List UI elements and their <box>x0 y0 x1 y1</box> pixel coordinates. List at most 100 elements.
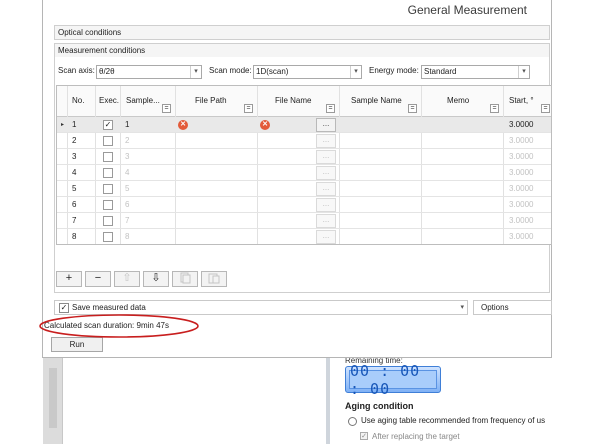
paste-icon <box>208 273 220 284</box>
save-measured-data-row[interactable]: ✓ Save measured data ▾ <box>54 300 468 315</box>
browse-button[interactable]: ... <box>316 166 336 180</box>
exec-checkbox[interactable] <box>103 136 113 146</box>
remove-row-button[interactable]: − <box>85 271 111 287</box>
background-scrollbar-thumb[interactable] <box>49 368 57 428</box>
table-row[interactable]: 4 4 ... 3.0000 <box>57 165 551 181</box>
exec-checkbox[interactable] <box>103 168 113 178</box>
add-row-button[interactable]: + <box>56 271 82 287</box>
after-replacing-label: After replacing the target <box>372 432 460 441</box>
row-sample-no: 6 <box>125 200 130 209</box>
optical-conditions-header[interactable]: Optical conditions <box>54 25 550 40</box>
table-row[interactable]: 6 6 ... 3.0000 <box>57 197 551 213</box>
exec-checkbox[interactable] <box>103 152 113 162</box>
copy-icon <box>180 272 191 284</box>
row-no: 4 <box>72 168 77 177</box>
chevron-down-icon: ▾ <box>518 66 529 78</box>
row-no: 8 <box>72 232 77 241</box>
row-sample-no: 2 <box>125 136 130 145</box>
filter-icon[interactable]: = <box>541 104 550 113</box>
dialog-title: General Measurement <box>407 3 527 17</box>
row-sample-no: 8 <box>125 232 130 241</box>
col-header-exec[interactable]: Exec. <box>99 96 119 105</box>
filter-icon[interactable]: = <box>408 104 417 113</box>
move-up-button[interactable]: ⇧ <box>114 271 140 287</box>
row-no: 7 <box>72 216 77 225</box>
row-start: 3.0000 <box>509 152 534 161</box>
row-pointer-icon: ▸ <box>61 122 65 128</box>
aging-condition-title: Aging condition <box>345 401 414 411</box>
save-measured-data-checkbox[interactable]: ✓ <box>59 303 69 313</box>
chevron-down-icon: ▾ <box>350 66 361 78</box>
measurement-conditions-header[interactable]: Measurement conditions <box>54 43 550 58</box>
filter-icon[interactable]: = <box>326 104 335 113</box>
chevron-down-icon[interactable]: ▾ <box>460 303 464 311</box>
row-start: 3.0000 <box>509 136 534 145</box>
options-button[interactable]: Options <box>473 300 552 315</box>
run-button[interactable]: Run <box>51 337 103 352</box>
filter-icon[interactable]: = <box>490 104 499 113</box>
browse-button[interactable]: ... <box>316 230 336 244</box>
aging-table-radio[interactable] <box>348 417 357 426</box>
row-no: 3 <box>72 152 77 161</box>
table-row[interactable]: ▸ 1 ✓ 1 ✕ ✕ ... 3.0000 <box>57 117 551 133</box>
scan-mode-label: Scan mode: <box>209 66 252 75</box>
copy-button[interactable] <box>172 271 198 287</box>
col-header-memo[interactable]: Memo <box>447 96 469 105</box>
chevron-down-icon: ▾ <box>190 66 201 78</box>
exec-checkbox[interactable] <box>103 232 113 242</box>
row-start: 3.0000 <box>509 232 534 241</box>
col-header-sample-name[interactable]: Sample Name <box>351 96 402 105</box>
browse-button[interactable]: ... <box>316 198 336 212</box>
filter-icon[interactable]: = <box>244 104 253 113</box>
energy-mode-select[interactable]: Standard ▾ <box>421 65 530 79</box>
paste-button[interactable] <box>201 271 227 287</box>
row-start: 3.0000 <box>509 168 534 177</box>
filter-icon[interactable]: = <box>162 104 171 113</box>
row-sample-no: 4 <box>125 168 130 177</box>
row-no: 5 <box>72 184 77 193</box>
energy-mode-value: Standard <box>424 67 457 76</box>
browse-button[interactable]: ... <box>316 118 336 132</box>
row-start: 3.0000 <box>509 200 534 209</box>
browse-button[interactable]: ... <box>316 134 336 148</box>
table-row[interactable]: 3 3 ... 3.0000 <box>57 149 551 165</box>
row-no: 1 <box>72 120 77 129</box>
browse-button[interactable]: ... <box>316 182 336 196</box>
row-start: 3.0000 <box>509 216 534 225</box>
after-replacing-checkbox[interactable]: ✓ <box>360 432 368 440</box>
energy-mode-label: Energy mode: <box>369 66 419 75</box>
measurement-grid: No. Exec. Sample... = File Path = File N… <box>56 85 552 245</box>
aging-table-radio-label: Use aging table recommended from frequen… <box>361 416 546 425</box>
move-down-button[interactable]: ⇩ <box>143 271 169 287</box>
col-header-start[interactable]: Start, ° <box>509 96 534 105</box>
scan-axis-select[interactable]: θ/2θ ▾ <box>96 65 202 79</box>
row-start: 3.0000 <box>509 184 534 193</box>
row-no: 2 <box>72 136 77 145</box>
error-x-icon: ✕ <box>178 120 188 130</box>
exec-checkbox[interactable] <box>103 184 113 194</box>
col-header-sample-no[interactable]: Sample... <box>126 96 160 105</box>
scan-mode-select[interactable]: 1D(scan) ▾ <box>253 65 362 79</box>
exec-checkbox[interactable] <box>103 216 113 226</box>
exec-checkbox[interactable] <box>103 200 113 210</box>
row-sample-no: 7 <box>125 216 130 225</box>
scan-axis-label: Scan axis: <box>58 66 95 75</box>
row-sample-no: 1 <box>125 120 130 129</box>
timer-digits: 00 : 00 : 00 <box>349 362 437 398</box>
table-row[interactable]: 5 5 ... 3.0000 <box>57 181 551 197</box>
grid-toolbar: + − ⇧ ⇩ <box>56 271 227 287</box>
browse-button[interactable]: ... <box>316 214 336 228</box>
scan-axis-value: θ/2θ <box>99 67 115 76</box>
col-header-file-path[interactable]: File Path <box>195 96 227 105</box>
error-x-icon: ✕ <box>260 120 270 130</box>
exec-checkbox[interactable]: ✓ <box>103 120 113 130</box>
browse-button[interactable]: ... <box>316 150 336 164</box>
background-divider <box>326 358 330 444</box>
col-header-file-name[interactable]: File Name <box>275 96 311 105</box>
save-measured-data-label: Save measured data <box>72 303 146 312</box>
scan-mode-value: 1D(scan) <box>256 67 289 76</box>
col-header-no[interactable]: No. <box>72 96 84 105</box>
table-row[interactable]: 7 7 ... 3.0000 <box>57 213 551 229</box>
table-row[interactable]: 8 8 ... 3.0000 <box>57 229 551 244</box>
table-row[interactable]: 2 2 ... 3.0000 <box>57 133 551 149</box>
